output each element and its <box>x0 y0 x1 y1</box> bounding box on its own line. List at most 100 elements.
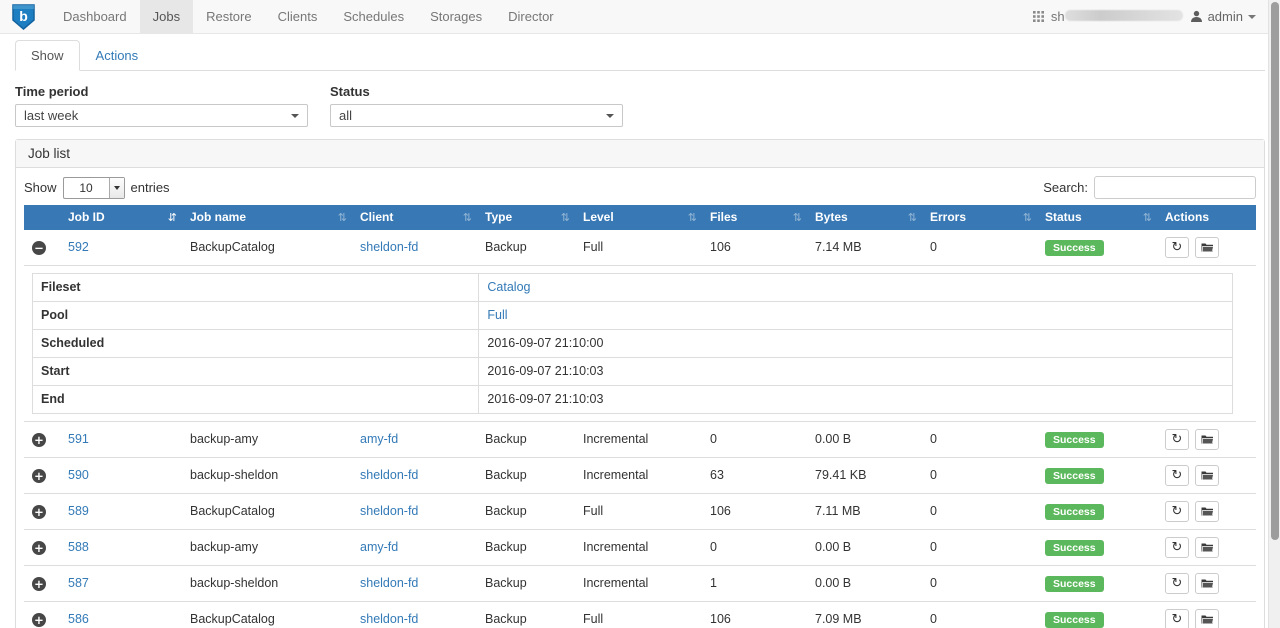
status-badge: Success <box>1045 612 1104 628</box>
tab-show[interactable]: Show <box>15 40 80 71</box>
sort-icon[interactable]: ⇅ <box>688 211 697 224</box>
client-link[interactable]: amy-fd <box>360 432 398 446</box>
rerun-job-button[interactable]: ↻ <box>1165 537 1189 558</box>
table-row: + 591 backup-amy amy-fd Backup Increment… <box>24 422 1256 458</box>
column-header-errors[interactable]: Errors ⇅ <box>922 205 1037 230</box>
vertical-scrollbar[interactable] <box>1268 0 1280 628</box>
time-period-value: last week <box>24 108 78 123</box>
expand-row-icon[interactable]: + <box>32 577 46 591</box>
job-files-cell: 106 <box>702 494 807 530</box>
nav-item-schedules[interactable]: Schedules <box>330 0 417 33</box>
sort-icon[interactable]: ⇅ <box>1143 211 1152 224</box>
rerun-job-button[interactable]: ↻ <box>1165 501 1189 522</box>
expand-row-icon[interactable]: − <box>32 241 46 255</box>
rerun-job-button[interactable]: ↻ <box>1165 465 1189 486</box>
client-link[interactable]: sheldon-fd <box>360 240 418 254</box>
sort-icon[interactable]: ⇵ <box>168 211 177 224</box>
expand-row-icon[interactable]: + <box>32 433 46 447</box>
expand-row-icon[interactable]: + <box>32 613 46 627</box>
rerun-job-button[interactable]: ↻ <box>1165 237 1189 258</box>
expand-row-icon[interactable]: + <box>32 505 46 519</box>
table-row: + 588 backup-amy amy-fd Backup Increment… <box>24 530 1256 566</box>
rerun-job-button[interactable]: ↻ <box>1165 573 1189 594</box>
column-header-actions[interactable]: Actions <box>1157 205 1256 230</box>
sort-icon[interactable]: ⇅ <box>338 211 347 224</box>
client-link[interactable]: sheldon-fd <box>360 468 418 482</box>
job-files-cell: 63 <box>702 458 807 494</box>
sort-icon[interactable]: ⇅ <box>908 211 917 224</box>
user-icon <box>1190 10 1203 23</box>
rerun-job-button[interactable]: ↻ <box>1165 429 1189 450</box>
client-link[interactable]: amy-fd <box>360 540 398 554</box>
job-id-link[interactable]: 590 <box>68 468 89 482</box>
jobs-table: Job ID ⇵ Job name ⇅ Client ⇅ Type ⇅ Leve… <box>24 205 1256 628</box>
job-type-cell: Backup <box>477 422 575 458</box>
job-id-link[interactable]: 588 <box>68 540 89 554</box>
filters: Time period last week Status all <box>15 84 1265 127</box>
client-link[interactable]: sheldon-fd <box>360 504 418 518</box>
folder-icon <box>1201 614 1214 625</box>
apps-grid-icon[interactable] <box>1033 11 1044 22</box>
job-id-link[interactable]: 589 <box>68 504 89 518</box>
job-name-cell: BackupCatalog <box>182 602 352 628</box>
rerun-job-button[interactable]: ↻ <box>1165 609 1189 628</box>
expand-row-icon[interactable]: + <box>32 541 46 555</box>
sort-icon[interactable]: ⇅ <box>1023 211 1032 224</box>
job-id-link[interactable]: 587 <box>68 576 89 590</box>
time-period-select[interactable]: last week <box>15 104 308 127</box>
column-header[interactable] <box>24 205 60 230</box>
job-files-button[interactable] <box>1195 501 1219 522</box>
job-files-button[interactable] <box>1195 465 1219 486</box>
status-select[interactable]: all <box>330 104 623 127</box>
nav-item-director[interactable]: Director <box>495 0 567 33</box>
expand-row-icon[interactable]: + <box>32 469 46 483</box>
column-label: Actions <box>1165 210 1209 224</box>
status-badge: Success <box>1045 240 1104 256</box>
nav-item-storages[interactable]: Storages <box>417 0 495 33</box>
sort-icon[interactable]: ⇅ <box>463 211 472 224</box>
nav-item-restore[interactable]: Restore <box>193 0 265 33</box>
folder-icon <box>1201 470 1214 481</box>
column-header-job-name[interactable]: Job name ⇅ <box>182 205 352 230</box>
column-header-type[interactable]: Type ⇅ <box>477 205 575 230</box>
job-files-button[interactable] <box>1195 429 1219 450</box>
job-files-cell: 0 <box>702 422 807 458</box>
job-detail-row: Start 2016-09-07 21:10:03 <box>33 358 1233 386</box>
job-id-link[interactable]: 591 <box>68 432 89 446</box>
job-files-button[interactable] <box>1195 537 1219 558</box>
sort-icon[interactable]: ⇅ <box>793 211 802 224</box>
job-id-link[interactable]: 592 <box>68 240 89 254</box>
job-level-cell: Full <box>575 602 702 628</box>
page-size-select[interactable]: 10 <box>63 177 125 199</box>
detail-value-link[interactable]: Catalog <box>487 280 530 294</box>
job-name-cell: backup-amy <box>182 530 352 566</box>
app-logo[interactable]: b <box>0 0 50 33</box>
folder-icon <box>1201 506 1214 517</box>
job-files-button[interactable] <box>1195 573 1219 594</box>
column-header-client[interactable]: Client ⇅ <box>352 205 477 230</box>
scrollbar-thumb[interactable] <box>1271 2 1279 540</box>
detail-value-link[interactable]: Full <box>487 308 507 322</box>
column-header-level[interactable]: Level ⇅ <box>575 205 702 230</box>
job-errors-cell: 0 <box>922 530 1037 566</box>
sort-icon[interactable]: ⇅ <box>561 211 570 224</box>
user-menu[interactable]: admin <box>1190 9 1256 24</box>
column-header-job-id[interactable]: Job ID ⇵ <box>60 205 182 230</box>
tab-actions[interactable]: Actions <box>80 40 155 71</box>
client-link[interactable]: sheldon-fd <box>360 576 418 590</box>
job-level-cell: Incremental <box>575 566 702 602</box>
column-header-status[interactable]: Status ⇅ <box>1037 205 1157 230</box>
job-files-button[interactable] <box>1195 237 1219 258</box>
nav-item-clients[interactable]: Clients <box>265 0 331 33</box>
column-header-bytes[interactable]: Bytes ⇅ <box>807 205 922 230</box>
nav-item-jobs[interactable]: Jobs <box>140 0 193 33</box>
time-period-label: Time period <box>15 84 308 99</box>
client-link[interactable]: sheldon-fd <box>360 612 418 626</box>
search-input[interactable] <box>1094 176 1256 199</box>
nav-item-dashboard[interactable]: Dashboard <box>50 0 140 33</box>
column-header-files[interactable]: Files ⇅ <box>702 205 807 230</box>
column-label: Client <box>360 210 393 224</box>
job-files-button[interactable] <box>1195 609 1219 628</box>
job-id-link[interactable]: 586 <box>68 612 89 626</box>
bacula-shield-icon: b <box>11 4 36 30</box>
